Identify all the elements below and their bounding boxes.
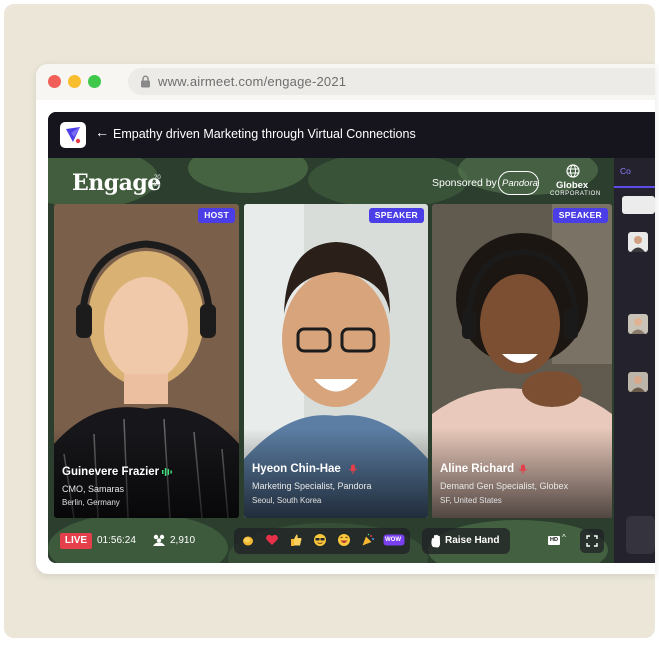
avatar[interactable] xyxy=(628,232,648,252)
cool-reaction-button[interactable] xyxy=(313,533,327,547)
globe-icon xyxy=(566,164,580,178)
avatar-image xyxy=(628,314,648,334)
hand-icon xyxy=(431,534,441,548)
participant-role: CMO, Samaras xyxy=(62,484,125,494)
sunglasses-face-icon xyxy=(314,534,326,546)
wow-label: WOW xyxy=(385,537,401,543)
wow-reaction-button[interactable]: WOW xyxy=(383,533,405,547)
side-panel: Co xyxy=(614,158,655,563)
message-input[interactable] xyxy=(626,516,655,554)
lock-icon xyxy=(141,75,150,88)
stage-controls: LIVE 01:56:24 2,910 WOW Raise Hand HD ^ xyxy=(48,520,614,563)
pandora-logo-text: Pandora xyxy=(502,178,538,189)
live-timer: 01:56:24 xyxy=(97,535,136,546)
thumbs-up-icon xyxy=(291,534,302,546)
video-tile-host[interactable]: HOST Guinevere Frazier CMO, Samaras Berl… xyxy=(54,204,239,518)
audio-level-icon xyxy=(162,468,172,476)
attendee-count: 2,910 xyxy=(170,535,196,546)
side-search-input[interactable] xyxy=(622,196,655,214)
avatar[interactable] xyxy=(628,372,648,392)
clap-icon xyxy=(243,536,253,546)
live-badge: LIVE xyxy=(60,533,92,549)
tab-chat[interactable]: Co xyxy=(620,166,631,176)
party-popper-icon xyxy=(362,533,374,546)
speaker-badge: SPEAKER xyxy=(368,208,424,223)
hd-quality-badge: HD xyxy=(548,536,560,545)
reaction-bar: WOW xyxy=(234,528,410,554)
video-tile-speaker[interactable]: SPEAKER Aline Richard Demand Gen Special… xyxy=(432,204,612,518)
minimize-window-button[interactable] xyxy=(68,75,81,88)
heart-reaction-button[interactable] xyxy=(265,533,279,547)
session-title: Empathy driven Marketing through Virtual… xyxy=(113,127,416,141)
clap-reaction-button[interactable] xyxy=(241,533,255,547)
speaker-badge: SPEAKER xyxy=(552,208,608,223)
mic-muted-icon xyxy=(519,464,527,474)
chevron-up-icon: ^ xyxy=(562,533,566,542)
mic-muted-icon xyxy=(349,464,357,474)
fullscreen-icon xyxy=(586,535,598,547)
avatar-image xyxy=(628,232,648,252)
event-year-top: 20 xyxy=(154,175,161,181)
event-year-bottom: 21 xyxy=(154,182,161,188)
address-bar[interactable]: www.airmeet.com/engage-2021 xyxy=(128,68,655,95)
participant-name: Aline Richard xyxy=(440,463,515,475)
maximize-window-button[interactable] xyxy=(88,75,101,88)
sponsored-by-label: Sponsored by xyxy=(432,177,497,189)
video-quality-button[interactable]: HD ^ xyxy=(548,532,570,550)
browser-toolbar: www.airmeet.com/engage-2021 xyxy=(36,64,655,100)
active-tab-indicator xyxy=(614,186,655,188)
raise-hand-button[interactable]: Raise Hand xyxy=(422,528,510,554)
avatar-image xyxy=(628,372,648,392)
attendees-icon xyxy=(153,534,165,546)
airmeet-logo[interactable] xyxy=(60,122,86,148)
participant-name: Hyeon Chin-Hae xyxy=(252,463,341,475)
globex-logo-text: Globex xyxy=(556,180,589,191)
participant-location: Seoul, South Korea xyxy=(252,496,322,505)
fullscreen-button[interactable] xyxy=(580,529,604,553)
laugh-reaction-button[interactable] xyxy=(337,533,351,547)
event-year: 20 21 xyxy=(154,175,164,189)
party-reaction-button[interactable] xyxy=(361,533,375,547)
participant-name: Guinevere Frazier xyxy=(62,466,160,478)
participant-role: Demand Gen Specialist, Globex xyxy=(440,481,569,491)
browser-window: www.airmeet.com/engage-2021 ← Empathy dr… xyxy=(36,64,655,574)
close-window-button[interactable] xyxy=(48,75,61,88)
event-brand-logo: Engage xyxy=(72,170,161,196)
session-header: ← Empathy driven Marketing through Virtu… xyxy=(48,112,655,158)
airmeet-logo-icon xyxy=(66,127,81,144)
globex-logo-subtext: CORPORATION xyxy=(550,191,601,197)
airmeet-app: ← Empathy driven Marketing through Virtu… xyxy=(48,112,655,563)
avatar[interactable] xyxy=(628,314,648,334)
participant-location: Berlin, Germany xyxy=(62,498,120,507)
raise-hand-label: Raise Hand xyxy=(445,535,500,546)
heart-icon xyxy=(266,534,278,545)
back-arrow-icon[interactable]: ← xyxy=(95,124,109,140)
laughing-face-icon xyxy=(338,534,350,546)
video-tile-speaker[interactable]: SPEAKER Hyeon Chin-Hae Marketing Special… xyxy=(244,204,428,518)
host-badge: HOST xyxy=(198,208,235,223)
stage: Engage 20 21 Sponsored by Pandora Globex… xyxy=(48,158,614,563)
participant-role: Marketing Specialist, Pandora xyxy=(252,481,372,491)
participant-location: SF, United States xyxy=(440,496,502,505)
thumbs-up-reaction-button[interactable] xyxy=(289,533,303,547)
url-text: www.airmeet.com/engage-2021 xyxy=(158,74,347,89)
